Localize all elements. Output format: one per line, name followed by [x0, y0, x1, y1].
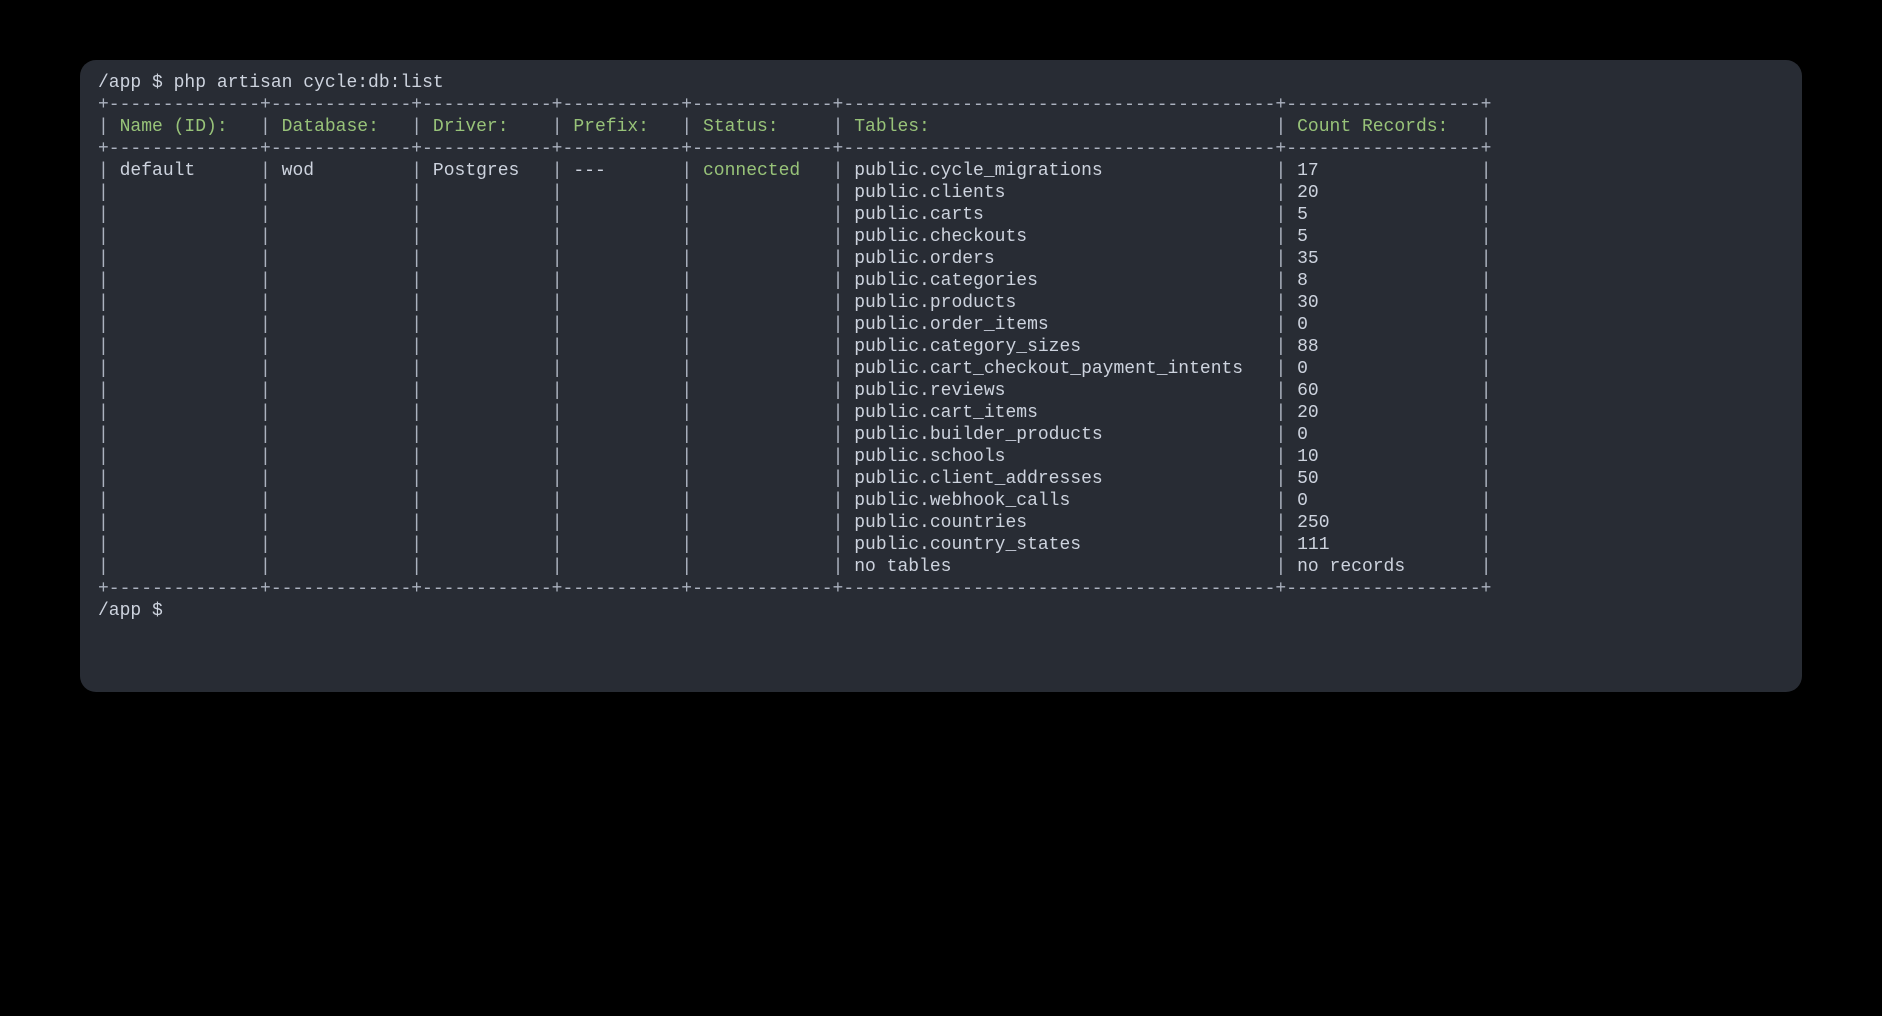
table-line: | | | | | | public.client_addresses | 50… [98, 468, 1784, 490]
table-line: | | | | | | public.products | 30 | [98, 292, 1784, 314]
table-line: | | | | | | public.clients | 20 | [98, 182, 1784, 204]
table-line: | | | | | | public.carts | 5 | [98, 204, 1784, 226]
command-text: php artisan cycle:db:list [174, 73, 444, 93]
table-line: +--------------+-------------+----------… [98, 138, 1784, 160]
table-line: | | | | | | public.schools | 10 | [98, 446, 1784, 468]
table-line: | | | | | | public.country_states | 111 … [98, 534, 1784, 556]
table-line: | Name (ID): | Database: | Driver: | Pre… [98, 116, 1784, 138]
table-line: | | | | | | public.webhook_calls | 0 | [98, 490, 1784, 512]
terminal-window: /app $ php artisan cycle:db:list +------… [80, 60, 1802, 692]
table-line: | | | | | | public.order_items | 0 | [98, 314, 1784, 336]
prompt-path: /app $ [98, 73, 174, 93]
table-line: | | | | | | no tables | no records | [98, 556, 1784, 578]
table-line: | | | | | | public.builder_products | 0 … [98, 424, 1784, 446]
table-line: | | | | | | public.cart_items | 20 | [98, 402, 1784, 424]
table-line: | | | | | | public.reviews | 60 | [98, 380, 1784, 402]
table-line: | | | | | | public.orders | 35 | [98, 248, 1784, 270]
table-line: | | | | | | public.cart_checkout_payment… [98, 358, 1784, 380]
command-line: /app $ php artisan cycle:db:list [98, 72, 1784, 94]
table-line: +--------------+-------------+----------… [98, 94, 1784, 116]
table-line: | | | | | | public.checkouts | 5 | [98, 226, 1784, 248]
prompt-idle: /app $ [98, 600, 1784, 622]
table-line: | | | | | | public.category_sizes | 88 | [98, 336, 1784, 358]
table-line: | | | | | | public.categories | 8 | [98, 270, 1784, 292]
table-output: +--------------+-------------+----------… [98, 94, 1784, 600]
table-line: | default | wod | Postgres | --- | conne… [98, 160, 1784, 182]
table-line: +--------------+-------------+----------… [98, 578, 1784, 600]
table-line: | | | | | | public.countries | 250 | [98, 512, 1784, 534]
